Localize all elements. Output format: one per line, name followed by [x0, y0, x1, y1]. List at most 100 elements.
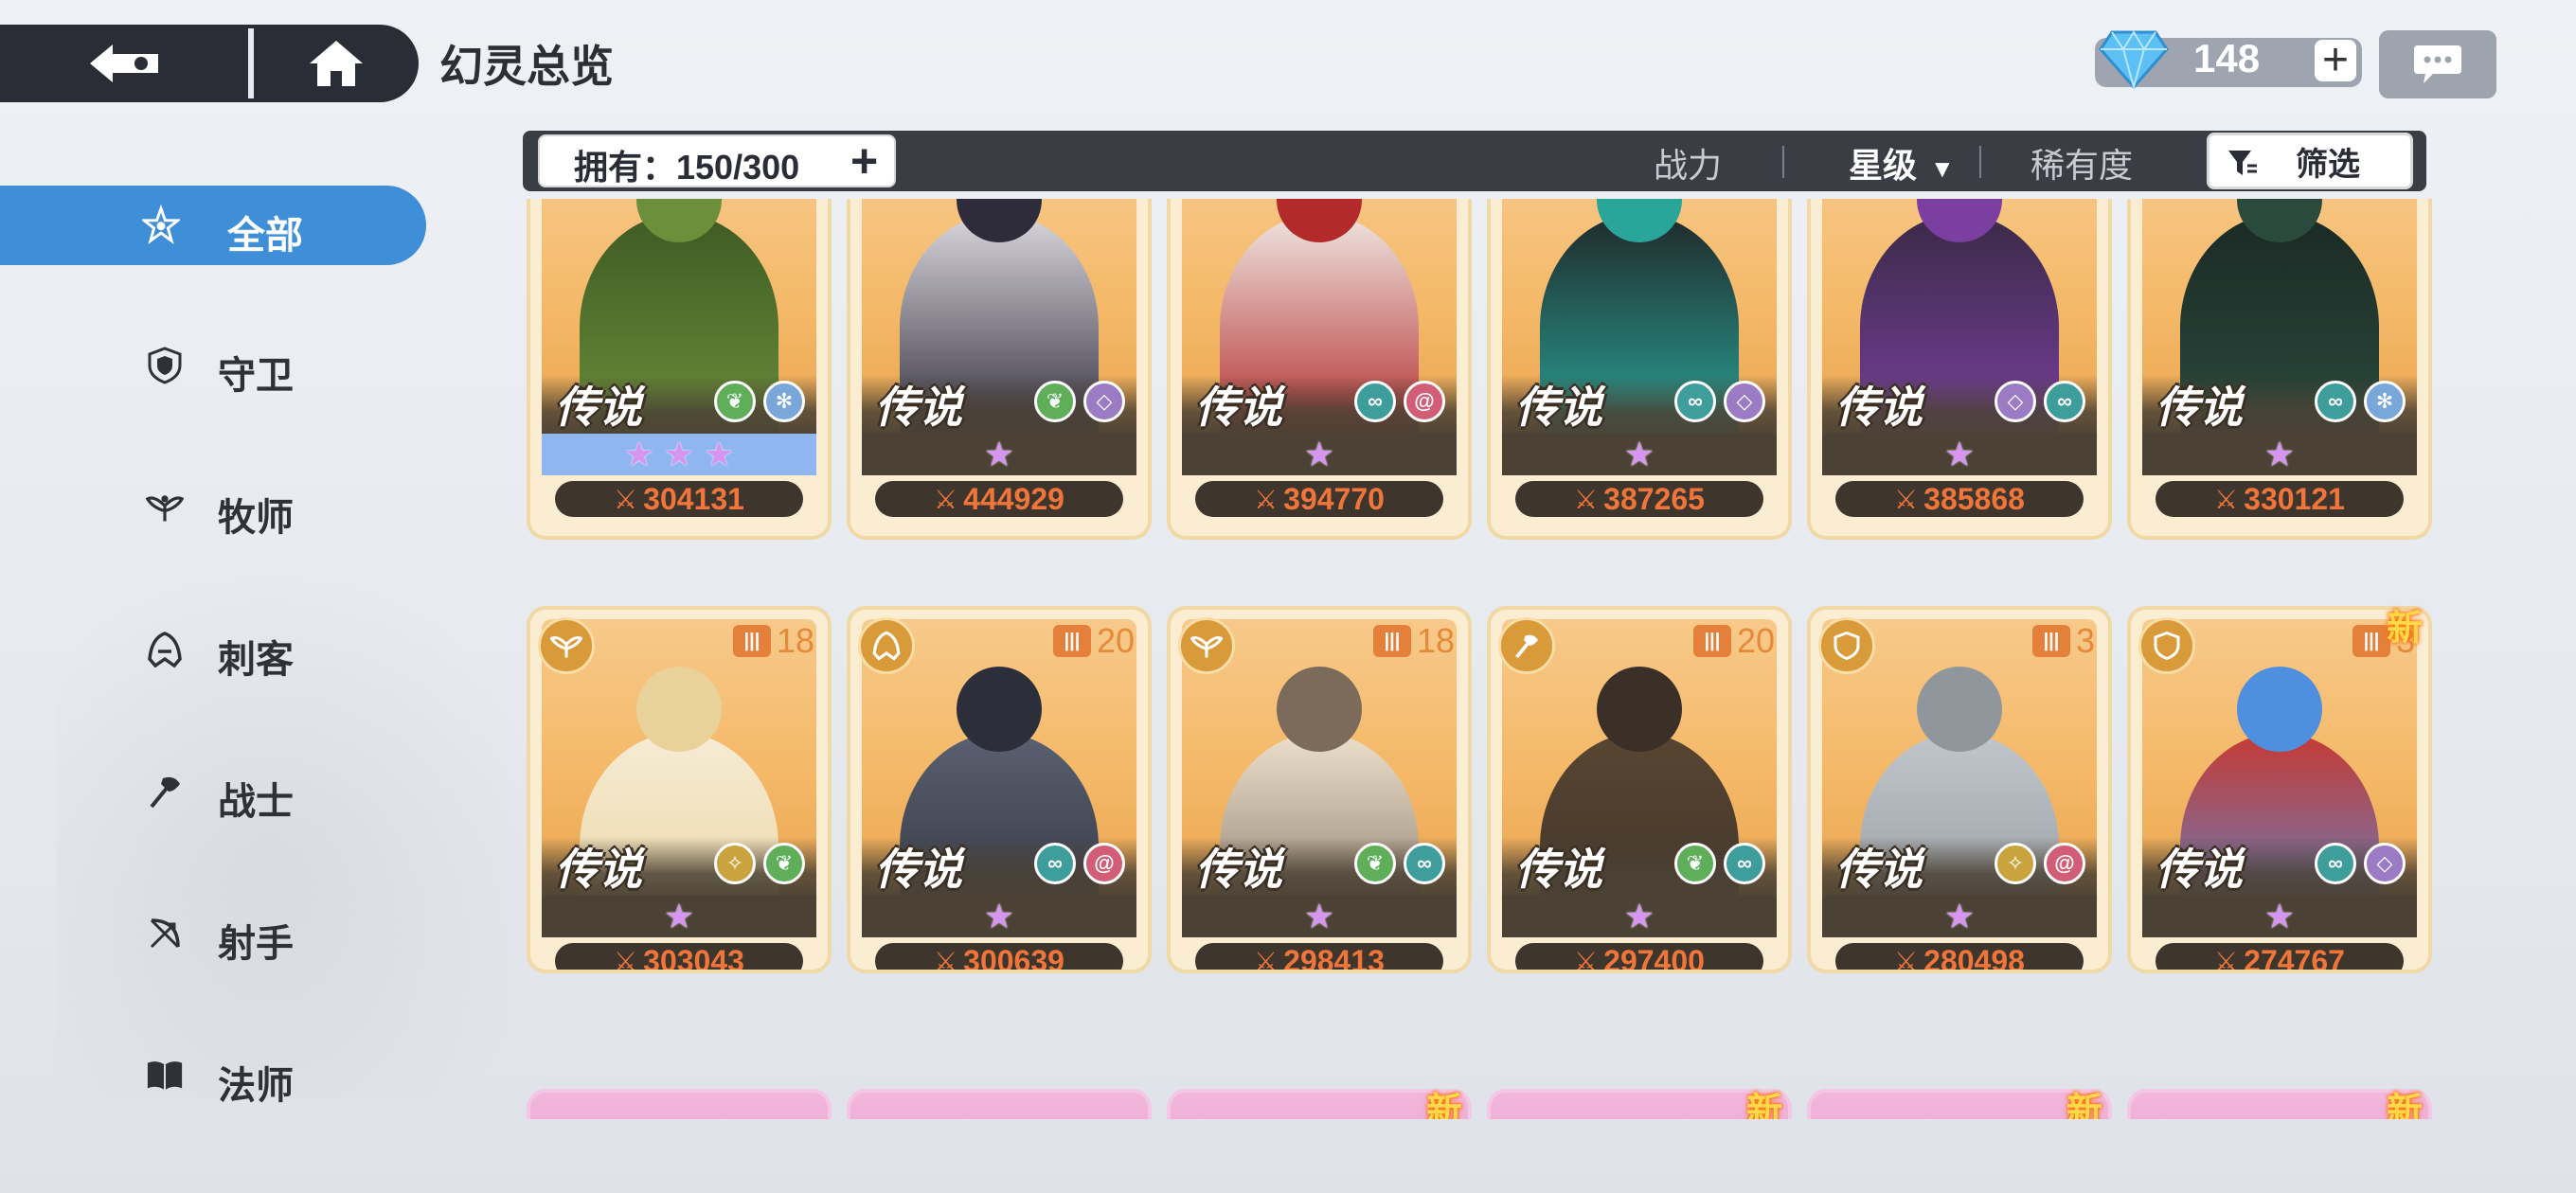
character-card[interactable]: 传说 ❦ ∞ ★ ⚔ 298413 ||| 18	[1171, 610, 1468, 970]
expand-capacity-button[interactable]: +	[850, 137, 878, 185]
character-card[interactable]: 传说 ❦ ∞ ★ ⚔ 297400 ||| 20	[1491, 610, 1788, 970]
crossed-swords-icon: ⚔	[2214, 946, 2239, 970]
combat-power-value: 304131	[643, 481, 744, 516]
character-card[interactable]: 传说 ❦ ✻ ★ ★ ★ ⚔ 304131	[530, 199, 828, 536]
sidebar-item-assassin[interactable]: 刺客	[0, 610, 426, 689]
character-head	[957, 667, 1042, 752]
add-diamond-button[interactable]: +	[2315, 38, 2356, 83]
level-bars-icon: |||	[732, 625, 771, 657]
character-card[interactable]: 传说 ∞ ✻ ★ ⚔ 330121	[2131, 199, 2428, 536]
owned-count: 拥有：150/300	[574, 148, 800, 187]
wind-element-icon: ∞	[2315, 381, 2356, 422]
star-rating: ★	[2142, 434, 2417, 475]
character-card[interactable]: 传说 ∞ ◇ ★ ⚔ 387265	[1491, 199, 1788, 536]
ice-element-icon: ✻	[2364, 381, 2406, 422]
combat-power-value: 303043	[643, 943, 744, 970]
archer-bow-icon	[146, 915, 184, 953]
combat-power-value: 385868	[1923, 481, 2025, 516]
wind-element-icon: ∞	[1354, 381, 1396, 422]
star-rating: ★	[862, 896, 1136, 937]
character-card[interactable]: 传说 ∞ ◇ ★ ⚔ 274767 ||| 3	[2131, 610, 2428, 970]
star-rating: ★	[542, 896, 816, 937]
new-badge: 新	[2387, 1092, 2424, 1119]
level-value: 18	[776, 621, 814, 660]
rarity-label: 传说	[555, 845, 642, 894]
character-head	[1917, 667, 2002, 752]
star-icon: ★	[1623, 897, 1655, 935]
character-grid[interactable]: 传说 ❦ ✻ ★ ★ ★ ⚔ 304131 传说 ❦ ◇ ★ ⚔ 444929 传说 ∞ @ ★ ⚔ 394770 传说…	[523, 199, 2436, 1119]
combat-power-value: 394770	[1283, 481, 1385, 516]
character-card[interactable]: 传说 ◇ ∞ ★ ⚔ 385868	[1811, 199, 2108, 536]
home-button[interactable]	[254, 25, 419, 102]
character-card[interactable]	[1171, 1093, 1468, 1119]
rarity-label: 传说	[1515, 383, 1602, 432]
character-card[interactable]: 传说 ∞ @ ★ ⚔ 300639 ||| 20	[850, 610, 1148, 970]
star-rating: ★ ★ ★	[542, 434, 816, 475]
rarity-label: 传说	[875, 845, 962, 894]
character-card[interactable]: 传说 ∞ @ ★ ⚔ 394770	[1171, 199, 1468, 536]
guard-shield-icon	[146, 347, 184, 384]
chat-button[interactable]	[2379, 30, 2496, 98]
diamond-icon	[2099, 30, 2169, 91]
sidebar-item-label: 战士	[218, 781, 294, 823]
dropdown-triangle-icon: ▼	[1930, 154, 1955, 183]
back-button[interactable]	[0, 25, 248, 102]
sidebar-item-warrior[interactable]: 战士	[0, 752, 426, 831]
sidebar-item-priest[interactable]: 牧师	[0, 468, 426, 547]
sidebar-item-guard[interactable]: 守卫	[0, 326, 426, 405]
level-bars-icon: |||	[1372, 625, 1411, 657]
sidebar-item-label: 牧师	[218, 497, 294, 539]
combat-power-value: 280498	[1923, 943, 2025, 970]
character-head	[636, 667, 722, 752]
combat-power: ⚔ 394770	[1195, 481, 1443, 517]
light-element-icon: ✧	[714, 843, 756, 884]
ice-element-icon: ✻	[763, 381, 805, 422]
crossed-swords-icon: ⚔	[1254, 484, 1279, 514]
combat-power: ⚔ 304131	[555, 481, 803, 517]
home-icon	[310, 41, 363, 86]
new-badge: 新	[2387, 609, 2424, 649]
character-card[interactable]	[850, 1093, 1148, 1119]
rarity-label: 传说	[555, 383, 642, 432]
priest-wing-icon	[146, 489, 184, 526]
combat-power: ⚔ 280498	[1835, 943, 2084, 970]
character-card[interactable]: 传说 ✧ ❦ ★ ⚔ 303043 ||| 18	[530, 610, 828, 970]
character-card[interactable]	[2131, 1093, 2428, 1119]
level-indicator: ||| 18	[732, 621, 814, 661]
crossed-swords-icon: ⚔	[2214, 484, 2239, 514]
star-icon: ★	[983, 897, 1015, 935]
character-card[interactable]	[1491, 1093, 1788, 1119]
sort-star-button[interactable]: 星级 ▼	[1849, 138, 1955, 187]
character-card[interactable]	[530, 1093, 828, 1119]
guard-class-icon	[1818, 617, 1875, 674]
wind-element-icon: ∞	[2315, 843, 2356, 884]
rarity-label: 传说	[2156, 383, 2243, 432]
level-indicator: ||| 20	[1052, 621, 1135, 661]
spiral-element-icon: @	[1083, 843, 1125, 884]
character-head	[1597, 667, 1682, 752]
all-star-icon	[142, 204, 180, 245]
assassin-hood-icon	[146, 631, 184, 668]
sidebar-item-all[interactable]: 全部	[0, 186, 426, 265]
new-badge: 新	[1746, 1092, 1783, 1119]
wind-element-icon: ∞	[2044, 381, 2085, 422]
level-indicator: ||| 20	[1692, 621, 1775, 661]
sort-rarity-button[interactable]: 稀有度	[2030, 138, 2133, 187]
character-card[interactable]: 传说 ❦ ◇ ★ ⚔ 444929	[850, 199, 1148, 536]
rarity-label: 传说	[1195, 383, 1282, 432]
void-element-icon: ◇	[2364, 843, 2406, 884]
level-value: 3	[2075, 621, 2095, 660]
sidebar-item-mage[interactable]: 法师	[0, 1036, 426, 1115]
character-card[interactable]	[1811, 1093, 2108, 1119]
character-card[interactable]: 传说 ✧ @ ★ ⚔ 280498 ||| 3	[1811, 610, 2108, 970]
combat-power: ⚔ 330121	[2156, 481, 2404, 517]
star-rating: ★	[1822, 434, 2097, 475]
crossed-swords-icon: ⚔	[614, 946, 638, 970]
sidebar-item-label: 射手	[218, 923, 294, 965]
star-icon: ★	[623, 435, 654, 473]
sort-power-button[interactable]: 战力	[1654, 138, 1722, 187]
sidebar-item-archer[interactable]: 射手	[0, 894, 426, 973]
combat-power: ⚔ 387265	[1515, 481, 1763, 517]
combat-power-value: 444929	[963, 481, 1064, 516]
combat-power: ⚔ 297400	[1515, 943, 1763, 970]
